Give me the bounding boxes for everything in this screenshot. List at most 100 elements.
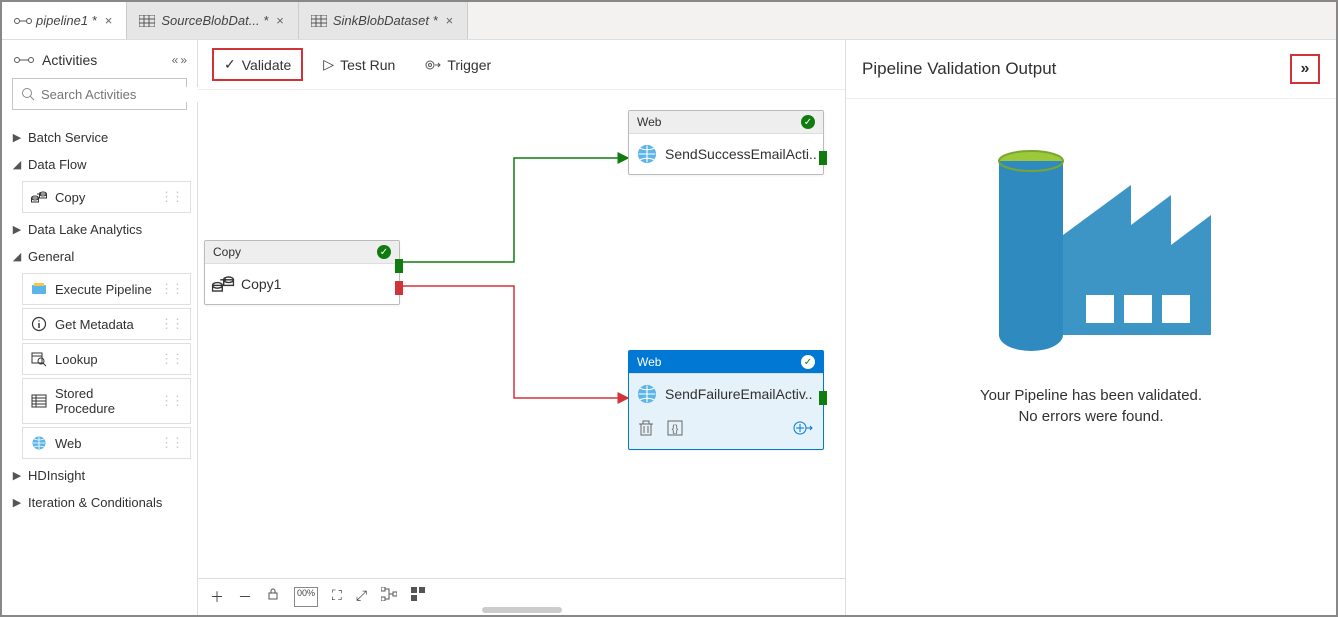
group-label: Data Flow [28,157,187,172]
lock-icon[interactable] [266,587,280,607]
validate-button[interactable]: ✓ Validate [212,48,303,81]
node-type: Web [637,115,661,129]
activity-item[interactable]: Copy ⋮⋮ [22,181,191,213]
tree-group[interactable]: ▶ Data Lake Analytics [8,216,191,243]
tab-label: pipeline1 * [36,13,97,28]
node-name: Copy1 [241,276,281,292]
grip-icon: ⋮⋮ [160,393,182,409]
activity-item[interactable]: Lookup ⋮⋮ [22,343,191,375]
activity-item[interactable]: Get Metadata ⋮⋮ [22,308,191,340]
code-icon[interactable]: {} [667,420,683,439]
test-run-button[interactable]: ▷ Test Run [313,50,405,79]
search-icon [21,87,35,101]
collapse-all-icon[interactable]: « [172,53,179,67]
align-button[interactable] [411,587,425,607]
node-name: SendFailureEmailActiv.. [665,386,813,402]
validation-panel: Pipeline Validation Output » Your Pipeli… [846,40,1336,615]
activity-label: Execute Pipeline [55,282,152,297]
fullscreen-button[interactable]: ⤢ [356,587,367,607]
activities-panel: Activities « » ▶ Batch Service ◢ Data Flow C… [2,40,198,615]
close-icon[interactable]: × [444,13,456,28]
activity-item[interactable]: Stored Procedure ⋮⋮ [22,378,191,424]
node-failure[interactable]: Web SendFailureEmailActiv.. {} [628,350,824,450]
close-icon[interactable]: × [274,13,286,28]
tree-group[interactable]: ◢ Data Flow [8,151,191,178]
validation-msg-1: Your Pipeline has been validated. [980,385,1202,406]
chevron-right-icon: » [1301,60,1310,78]
activity-label: Copy [55,190,85,205]
copy-icon [212,273,234,295]
scrollbar-thumb[interactable] [482,607,562,613]
zoom-out-button[interactable]: － [238,587,252,607]
activity-item[interactable]: Execute Pipeline⋮⋮ [22,273,191,305]
tree-group[interactable]: ▶ Batch Service [8,124,191,151]
activity-item[interactable]: Web⋮⋮ [22,427,191,459]
lookup-icon [31,351,47,367]
node-type: Web [637,355,661,369]
dataset-icon [139,15,155,27]
panel-collapse-button[interactable]: » [1290,54,1320,84]
web-icon [636,143,658,165]
check-icon: ✓ [224,56,236,73]
tree-group[interactable]: ▶ Iteration & Conditionals [8,489,191,516]
caret-right-icon: ▶ [12,131,22,144]
caret-right-icon: ▶ [12,496,22,509]
tab-label: SourceBlobDat... * [161,13,268,28]
port-success[interactable] [395,259,403,273]
group-label: Data Lake Analytics [28,222,187,237]
caret-down-icon: ◢ [12,158,22,171]
caret-down-icon: ◢ [12,250,22,263]
activity-label: Lookup [55,352,98,367]
grip-icon: ⋮⋮ [160,316,182,332]
activities-icon [14,53,34,67]
activity-label: Get Metadata [55,317,134,332]
add-output-icon[interactable] [793,420,813,439]
caret-right-icon: ▶ [12,223,22,236]
exec-icon [31,281,47,297]
grip-icon: ⋮⋮ [160,351,182,367]
node-name: SendSuccessEmailActi.. [665,146,817,162]
zoom-in-button[interactable]: ＋ [210,587,224,607]
activities-title: Activities [42,52,97,68]
search-input[interactable] [41,87,217,102]
tree-group[interactable]: ▶ HDInsight [8,462,191,489]
group-label: Batch Service [28,130,187,145]
port-output[interactable] [819,151,827,165]
node-copy[interactable]: Copy Copy1 [204,240,400,305]
validation-msg-2: No errors were found. [980,406,1202,427]
tab-pipeline1[interactable]: pipeline1 * × [2,2,127,39]
auto-layout-button[interactable] [381,587,397,607]
group-label: Iteration & Conditionals [28,495,187,510]
grip-icon: ⋮⋮ [160,189,182,205]
web-icon [31,435,47,451]
web-icon [636,383,658,405]
play-icon: ▷ [323,56,334,73]
fit-screen-button[interactable]: ⛶ [332,587,342,607]
status-ok-icon [801,355,815,369]
caret-right-icon: ▶ [12,469,22,482]
tree-group[interactable]: ◢General [8,243,191,270]
editor-toolbar: ✓ Validate ▷ Test Run Trigger [198,40,845,90]
editor-tabs: pipeline1 * × SourceBlobDat... * × SinkB… [2,2,1336,40]
delete-icon[interactable] [639,420,653,439]
trigger-button[interactable]: Trigger [415,51,501,79]
close-icon[interactable]: × [103,13,115,28]
port-output[interactable] [819,391,827,405]
port-failure[interactable] [395,281,403,295]
tab-sourceblob[interactable]: SourceBlobDat... * × [127,2,299,39]
group-label: HDInsight [28,468,187,483]
pipeline-editor: ✓ Validate ▷ Test Run Trigger Copy Cop [198,40,846,615]
copy-icon [31,189,47,205]
search-activities[interactable] [12,78,187,110]
expand-all-icon[interactable]: » [180,53,187,67]
zoom-100-button[interactable]: 00% [294,587,318,607]
status-ok-icon [801,115,815,129]
activity-label: Stored Procedure [55,386,152,416]
canvas[interactable]: Copy Copy1Web SendSuccessEmailActi..Web … [198,90,845,578]
grip-icon: ⋮⋮ [160,435,182,451]
tab-sinkblob[interactable]: SinkBlobDataset * × [299,2,468,39]
panel-title: Pipeline Validation Output [862,59,1056,79]
node-success[interactable]: Web SendSuccessEmailActi.. [628,110,824,175]
node-type: Copy [213,245,241,259]
pipeline-icon [14,15,30,27]
